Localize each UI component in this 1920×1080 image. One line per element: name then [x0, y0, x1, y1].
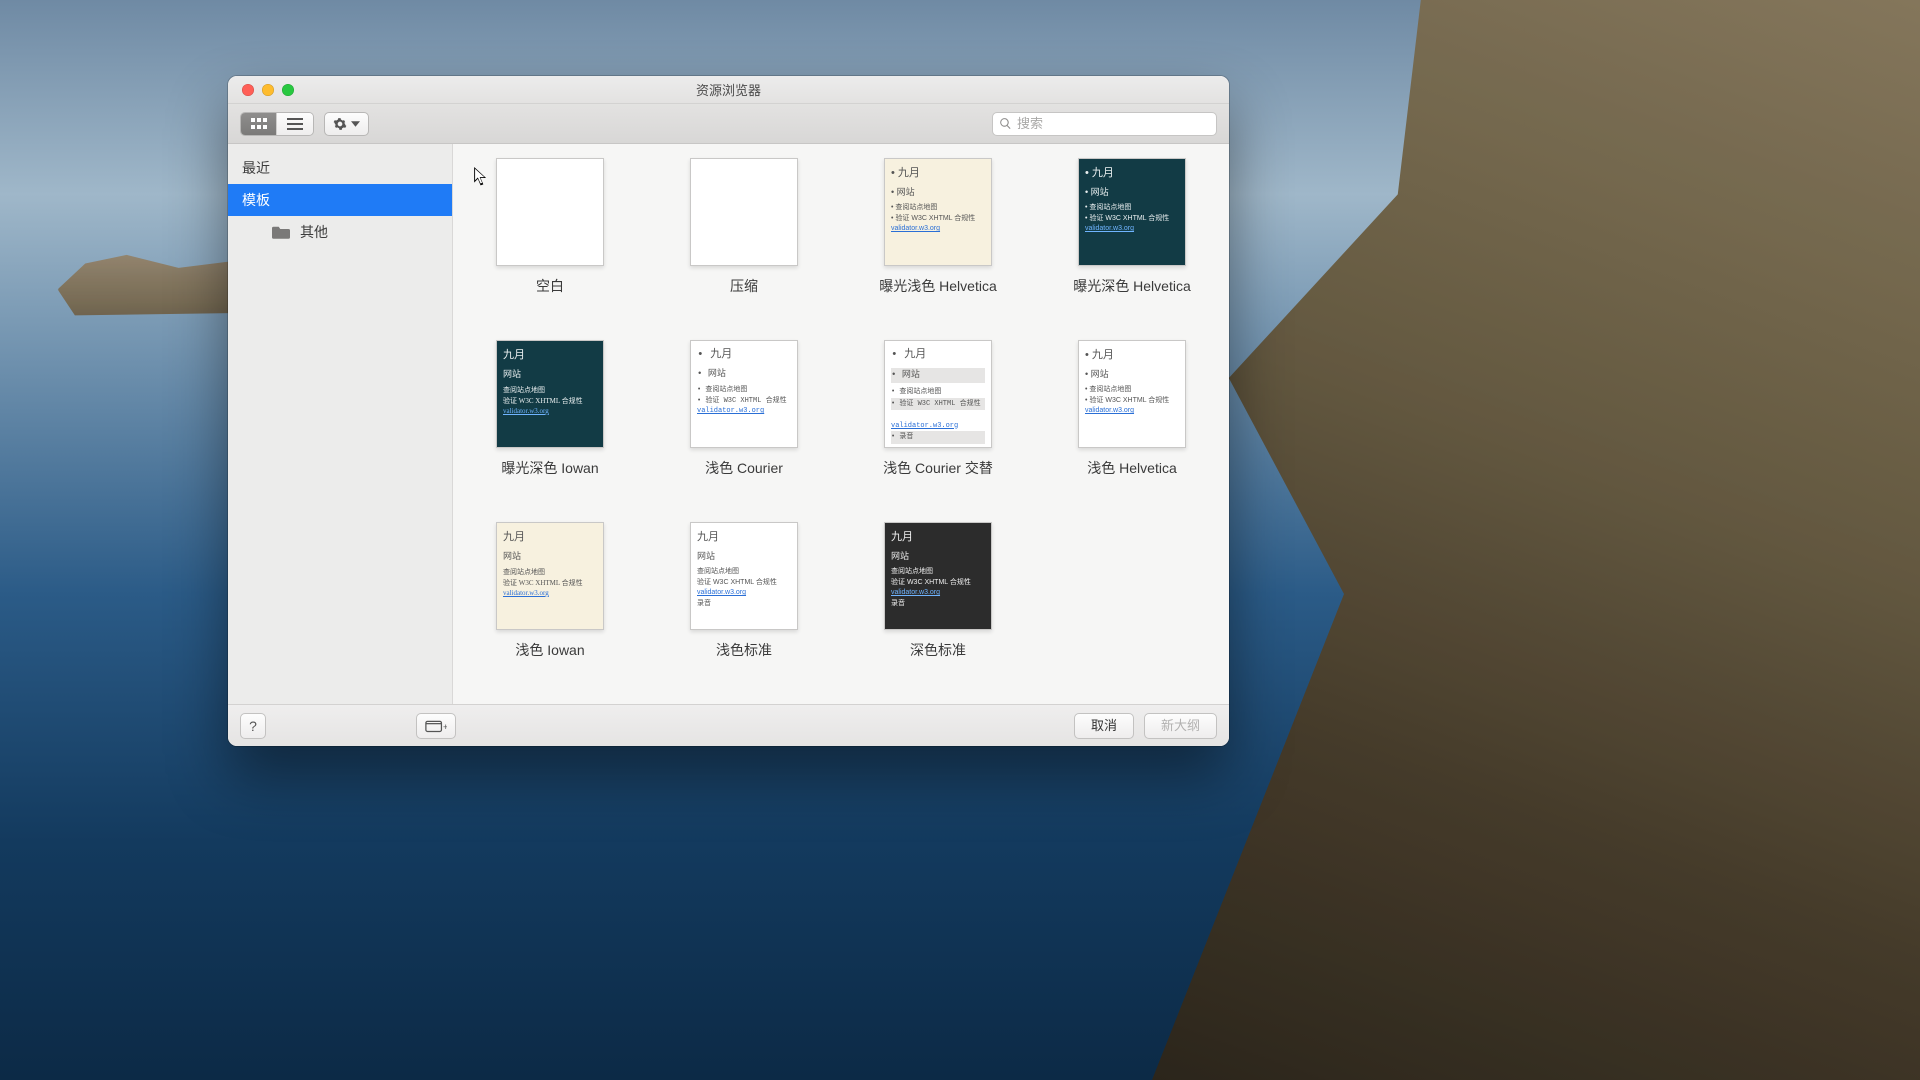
template-label: 浅色标准 [716, 640, 772, 660]
template-item[interactable]: 九月 网站 查阅站点地图 验证 W3C XHTML 合规性 validator.… [661, 522, 827, 660]
template-item[interactable]: 九月 网站 查阅站点地图 验证 W3C XHTML 合规性 validator.… [855, 522, 1021, 660]
template-item[interactable]: 九月 网站 查阅站点地图 验证 W3C XHTML 合规性 validator.… [1049, 158, 1215, 296]
template-label: 深色标准 [910, 640, 966, 660]
new-outline-button[interactable]: 新大纲 [1144, 713, 1217, 739]
template-label: 空白 [536, 276, 564, 296]
zoom-button[interactable] [282, 84, 294, 96]
svg-text:+: + [443, 721, 447, 731]
template-item[interactable]: 九月 网站 查阅站点地图 验证 W3C XHTML 合规性 validator.… [1049, 340, 1215, 478]
gear-icon [333, 117, 347, 131]
close-button[interactable] [242, 84, 254, 96]
template-item[interactable]: 九月 网站 查阅站点地图 验证 W3C XHTML 合规性 validator.… [855, 158, 1021, 296]
sidebar-item-recent[interactable]: 最近 [228, 152, 452, 184]
template-label: 曝光深色 Helvetica [1073, 276, 1190, 296]
toolbar [228, 104, 1229, 144]
template-item[interactable]: 空白 [467, 158, 633, 296]
footer: ? + 取消 新大纲 [228, 704, 1229, 746]
template-label: 曝光深色 Iowan [501, 458, 598, 478]
template-thumbnail: 九月 网站 查阅站点地图 验证 W3C XHTML 合规性 validator.… [496, 522, 604, 630]
titlebar[interactable]: 资源浏览器 [228, 76, 1229, 104]
template-thumbnail [690, 158, 798, 266]
template-thumbnail: 九月 网站 查阅站点地图 验证 W3C XHTML 合规性 validator.… [690, 522, 798, 630]
template-grid: 空白 压缩 九月 网站 查阅站点地图 验证 W3C XHTML 合规性 vali… [453, 144, 1229, 704]
template-label: 压缩 [730, 276, 758, 296]
grid-view-button[interactable] [241, 113, 277, 135]
template-thumbnail [496, 158, 604, 266]
template-label: 浅色 Iowan [515, 640, 584, 660]
window-controls [228, 84, 294, 96]
template-label: 浅色 Courier [705, 458, 783, 478]
search-input[interactable] [1017, 116, 1210, 131]
template-item[interactable]: 九月 网站 查阅站点地图 验证 W3C XHTML 合规性 validator.… [467, 522, 633, 660]
list-icon [287, 118, 303, 130]
template-item[interactable]: 九月 网站 查阅站点地图 验证 W3C XHTML 合规性 validator.… [467, 340, 633, 478]
template-item[interactable]: 九月 网站 查阅站点地图 验证 W3C XHTML 合规性 validator.… [855, 340, 1021, 478]
template-thumbnail: 九月 网站 查阅站点地图 验证 W3C XHTML 合规性 validator.… [884, 158, 992, 266]
sidebar-item-other[interactable]: 其他 [228, 216, 452, 248]
folder-plus-icon: + [425, 719, 447, 733]
window-title: 资源浏览器 [228, 80, 1229, 99]
template-thumbnail: 九月 网站 查阅站点地图 验证 W3C XHTML 合规性 validator.… [1078, 158, 1186, 266]
template-item[interactable]: 九月 网站 查阅站点地图 验证 W3C XHTML 合规性 validator.… [661, 340, 827, 478]
template-thumbnail: 九月 网站 查阅站点地图 验证 W3C XHTML 合规性 validator.… [884, 340, 992, 448]
search-icon [999, 117, 1012, 130]
help-button[interactable]: ? [240, 713, 266, 739]
template-thumbnail: 九月 网站 查阅站点地图 验证 W3C XHTML 合规性 validator.… [496, 340, 604, 448]
template-label: 浅色 Helvetica [1087, 458, 1176, 478]
cancel-button[interactable]: 取消 [1074, 713, 1134, 739]
action-menu-button[interactable] [324, 112, 369, 136]
sidebar: 最近 模板 其他 [228, 144, 453, 704]
template-thumbnail: 九月 网站 查阅站点地图 验证 W3C XHTML 合规性 validator.… [690, 340, 798, 448]
resource-browser-window: 资源浏览器 最近 模板 其他 [228, 76, 1229, 746]
add-folder-button[interactable]: + [416, 713, 456, 739]
template-label: 浅色 Courier 交替 [883, 458, 993, 478]
template-label: 曝光浅色 Helvetica [879, 276, 996, 296]
sidebar-item-label: 其他 [300, 222, 328, 242]
list-view-button[interactable] [277, 113, 313, 135]
view-mode-segmented [240, 112, 314, 136]
minimize-button[interactable] [262, 84, 274, 96]
template-thumbnail: 九月 网站 查阅站点地图 验证 W3C XHTML 合规性 validator.… [884, 522, 992, 630]
template-thumbnail: 九月 网站 查阅站点地图 验证 W3C XHTML 合规性 validator.… [1078, 340, 1186, 448]
chevron-down-icon [351, 121, 360, 127]
folder-icon [272, 225, 290, 239]
template-item[interactable]: 压缩 [661, 158, 827, 296]
grid-icon [251, 118, 267, 130]
search-field[interactable] [992, 112, 1217, 136]
sidebar-item-templates[interactable]: 模板 [228, 184, 452, 216]
